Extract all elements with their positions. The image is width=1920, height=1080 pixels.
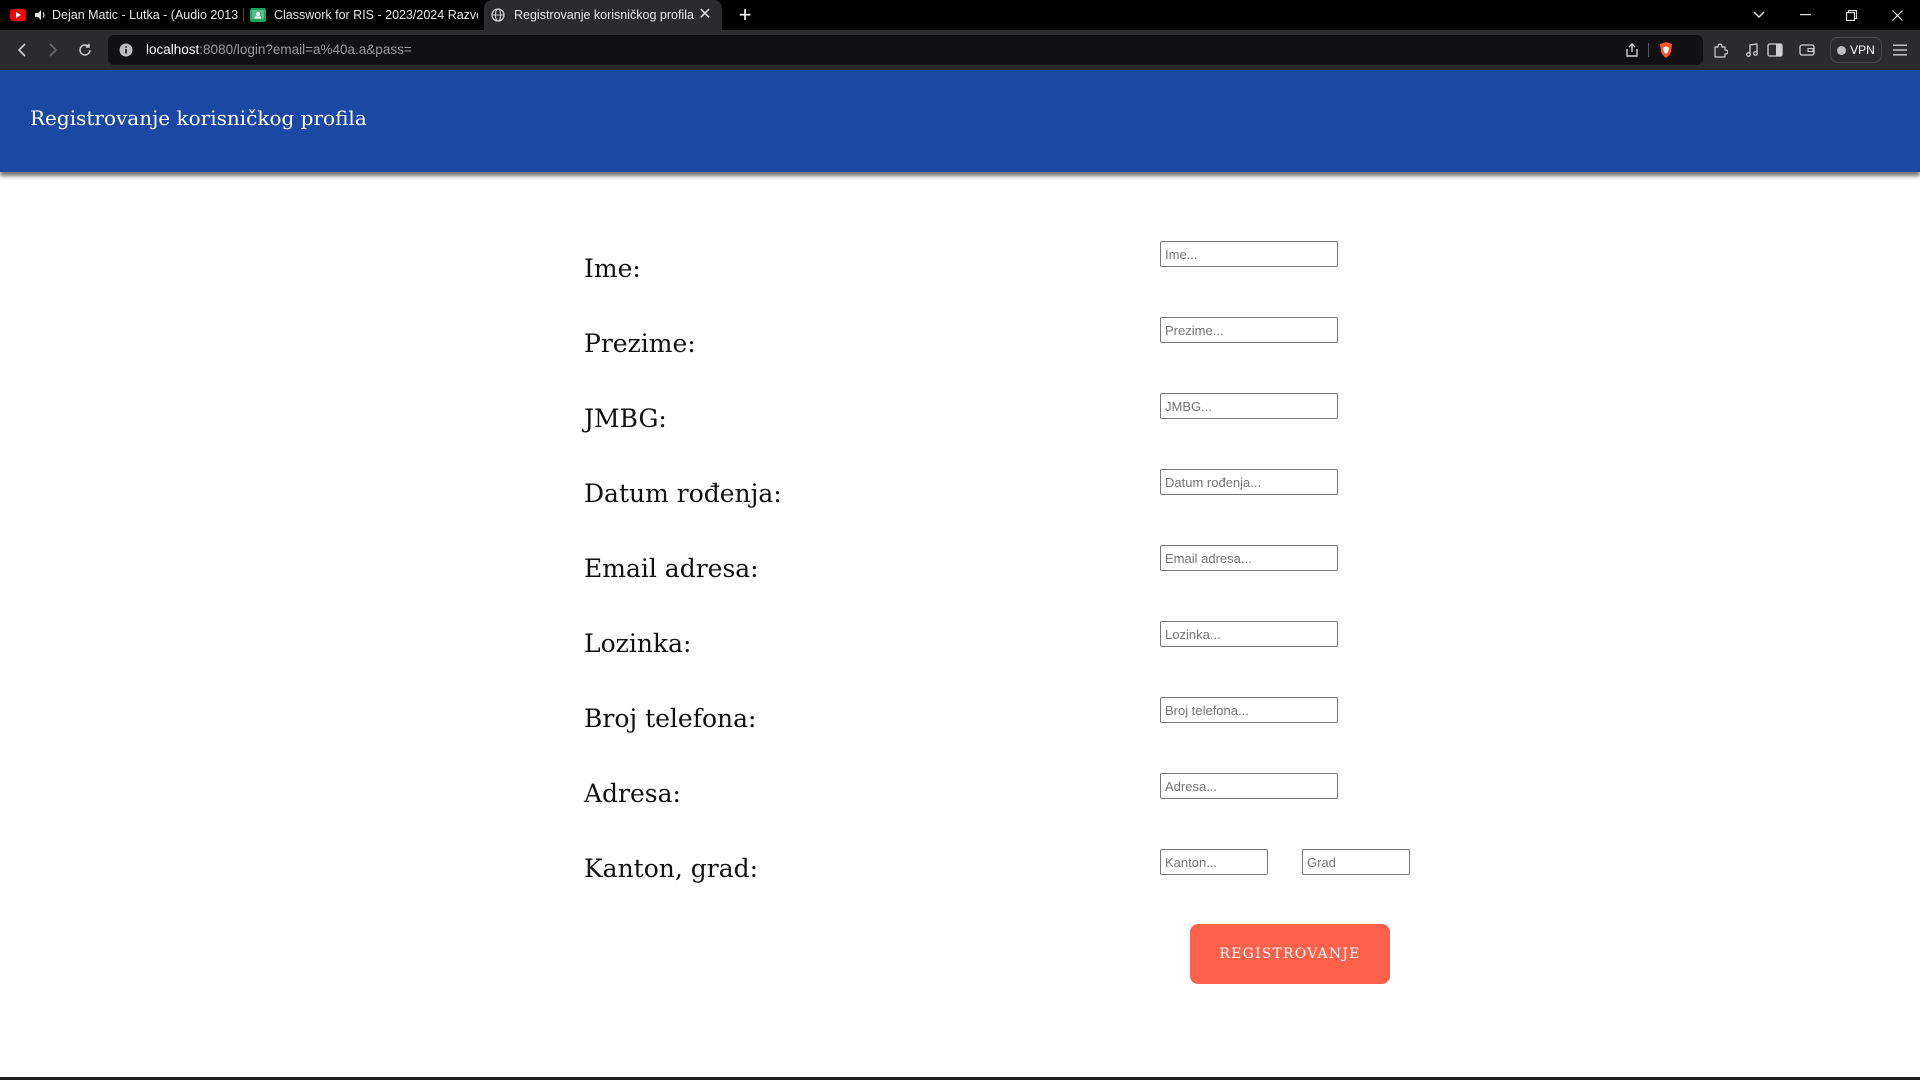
label-jmbg: JMBG: (584, 404, 667, 433)
vpn-status-icon (1837, 45, 1847, 55)
label-datum-rodjenja: Datum rođenja: (584, 479, 782, 508)
adresa-input[interactable] (1160, 773, 1338, 799)
tab-classroom[interactable]: Classwork for RIS - 2023/2024 Razvoj i (250, 0, 478, 30)
back-arrow-icon (17, 43, 26, 57)
label-broj-telefona: Broj telefona: (584, 704, 757, 733)
tab-strip: Dejan Matic - Lutka - (Audio 2013) Class… (0, 0, 1920, 30)
address-bar-divider (1648, 43, 1649, 57)
tab-divider (243, 8, 244, 22)
page-header: Registrovanje korisničkog profila (0, 70, 1920, 172)
datum-rodjenja-input[interactable] (1160, 469, 1338, 495)
registrovanje-button[interactable]: REGISTROVANJE (1190, 924, 1390, 984)
vpn-button[interactable]: VPN (1830, 37, 1882, 63)
kanton-input[interactable] (1160, 849, 1268, 875)
broj-telefona-input[interactable] (1160, 697, 1338, 723)
label-ime: Ime: (584, 254, 641, 283)
label-kanton-grad: Kanton, grad: (584, 854, 759, 883)
browser-toolbar: localhost:8080/login?email=a%40a.a&pass=… (0, 30, 1920, 70)
sidebar-icon[interactable] (1763, 38, 1787, 62)
speaker-icon[interactable] (34, 7, 46, 23)
label-lozinka: Lozinka: (584, 629, 692, 658)
reload-icon (79, 43, 91, 56)
email-input[interactable] (1160, 545, 1338, 571)
tab-search-button[interactable] (1736, 0, 1782, 30)
share-icon[interactable] (1620, 38, 1644, 62)
chevron-down-icon (1753, 11, 1765, 18)
tab-label: Dejan Matic - Lutka - (Audio 2013) (52, 8, 238, 22)
back-button[interactable] (10, 38, 34, 62)
vpn-label: VPN (1850, 43, 1875, 57)
label-adresa: Adresa: (584, 779, 681, 808)
tab-label: Registrovanje korisničkog profila (514, 8, 694, 22)
reload-button[interactable] (73, 38, 97, 62)
info-icon[interactable] (118, 42, 134, 58)
tab-registration[interactable]: Registrovanje korisničkog profila ✕ (484, 0, 722, 30)
globe-icon (490, 7, 506, 23)
grad-input[interactable] (1302, 849, 1410, 875)
tab-youtube[interactable]: Dejan Matic - Lutka - (Audio 2013) (10, 0, 238, 30)
minimize-button[interactable] (1782, 0, 1828, 30)
google-classroom-icon (250, 7, 266, 23)
extensions-icon[interactable] (1708, 38, 1732, 62)
media-controls-icon[interactable] (1740, 38, 1764, 62)
page-viewport: Registrovanje korisničkog profila Ime: P… (0, 70, 1920, 1080)
close-icon[interactable]: ✕ (696, 6, 714, 24)
youtube-icon (10, 7, 26, 23)
tab-label: Classwork for RIS - 2023/2024 Razvoj i (274, 8, 478, 22)
minimize-icon (1799, 14, 1811, 16)
url-host: localhost (146, 42, 200, 57)
label-email-adresa: Email adresa: (584, 554, 759, 583)
restore-icon (1845, 9, 1857, 21)
close-window-button[interactable] (1874, 0, 1920, 30)
menu-icon[interactable] (1888, 38, 1912, 62)
forward-button[interactable] (41, 38, 65, 62)
prezime-input[interactable] (1160, 317, 1338, 343)
forward-arrow-icon (49, 43, 58, 57)
new-tab-button[interactable]: + (733, 3, 757, 27)
page-title: Registrovanje korisničkog profila (30, 106, 367, 130)
ime-input[interactable] (1160, 241, 1338, 267)
url-text[interactable]: localhost:8080/login?email=a%40a.a&pass= (146, 42, 412, 57)
restore-button[interactable] (1828, 0, 1874, 30)
address-bar[interactable]: localhost:8080/login?email=a%40a.a&pass= (108, 35, 1703, 65)
brave-shields-icon[interactable] (1654, 38, 1678, 62)
wallet-icon[interactable] (1795, 38, 1819, 62)
label-prezime: Prezime: (584, 329, 696, 358)
url-path: :8080/login?email=a%40a.a&pass= (199, 42, 412, 57)
close-icon (1891, 9, 1903, 21)
jmbg-input[interactable] (1160, 393, 1338, 419)
lozinka-input[interactable] (1160, 621, 1338, 647)
